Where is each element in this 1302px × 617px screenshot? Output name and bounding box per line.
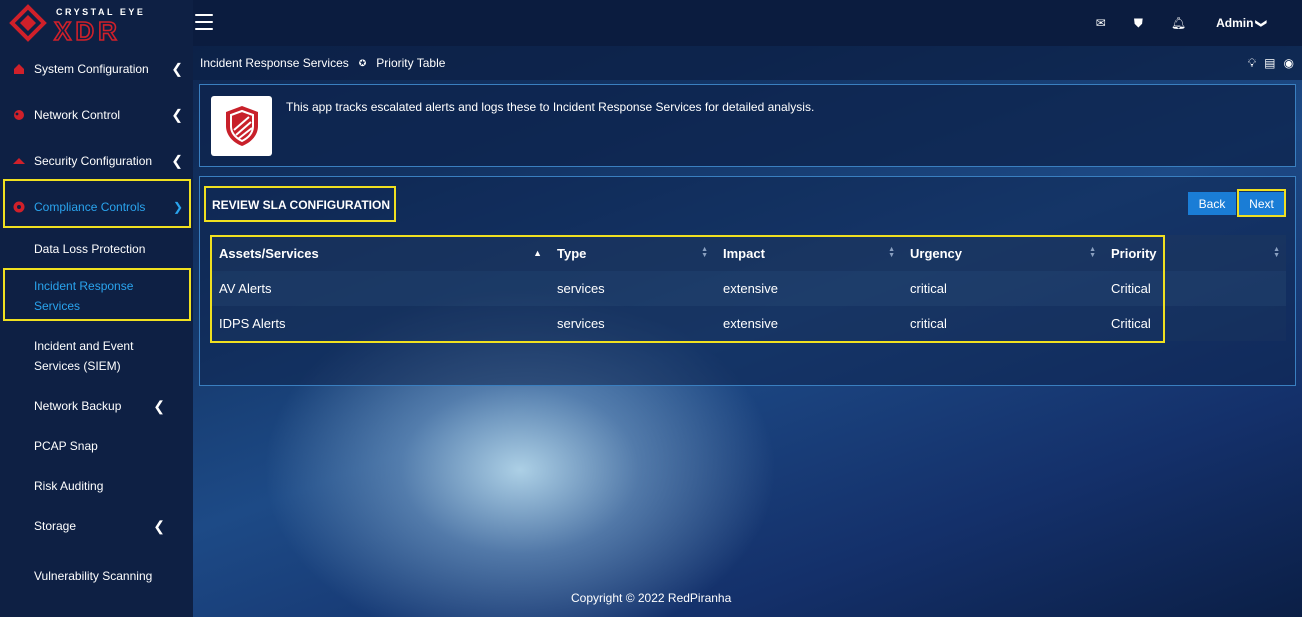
sidebar-item-security-configuration[interactable]: Security Configuration ❮ [0, 138, 193, 184]
column-label: Impact [723, 245, 765, 261]
mail-icon[interactable]: ✉ [1096, 16, 1106, 30]
cell-type: services [548, 306, 714, 341]
sidebar-item-system-configuration[interactable]: System Configuration ❮ [0, 46, 193, 92]
column-label: Urgency [910, 245, 963, 261]
lightbulb-icon[interactable]: 💡︎ [1248, 56, 1256, 71]
brand-bottom-text: XDR [54, 16, 121, 43]
sidebar-sub-label: Data Loss Protection [34, 242, 146, 256]
sidebar-item-label: Security Configuration [34, 154, 153, 168]
crystal-eye-xdr-logo[interactable]: CRYSTAL EYE XDR [0, 0, 193, 46]
cell-type: services [548, 271, 714, 306]
back-button[interactable]: Back [1188, 192, 1236, 215]
chevron-left-icon: ❮ [171, 152, 183, 169]
sort-asc-icon: ▲ [533, 248, 542, 258]
hamburger-menu-icon[interactable] [195, 14, 213, 30]
footer-copyright: Copyright © 2022 RedPiranha [571, 591, 732, 605]
breadcrumb: Incident Response Services ✪ Priority Ta… [193, 46, 1302, 80]
sidebar: CRYSTAL EYE XDR System Configuration ❮ N… [0, 0, 193, 617]
sidebar-sub-storage[interactable]: Storage ❮ [0, 516, 193, 536]
sidebar-item-label: Network Control [34, 108, 121, 122]
chevron-down-icon: ❯ [1254, 18, 1267, 29]
sidebar-sub-label: PCAP Snap [34, 439, 98, 453]
incident-response-app-icon [211, 96, 272, 156]
sla-table: Assets/Services ▲ Type ▲ ▼ Impact ▲ ▼ Urgency… [210, 235, 1286, 341]
breadcrumb-current: Priority Table [376, 56, 446, 70]
sidebar-sub-siem[interactable]: Incident and Event Services (SIEM) [0, 336, 193, 376]
column-label: Assets/Services [219, 245, 319, 261]
gear-icon [13, 201, 25, 213]
column-header-impact[interactable]: Impact ▲ ▼ [714, 235, 901, 271]
cell-asset: AV Alerts [210, 271, 548, 306]
table-row[interactable]: IDPS Alerts services extensive critical … [210, 306, 1286, 341]
panel-title: REVIEW SLA CONFIGURATION [212, 198, 390, 212]
book-icon[interactable]: ▤ [1264, 56, 1275, 71]
chevron-left-icon: ❮ [171, 60, 183, 77]
column-header-urgency[interactable]: Urgency ▲ ▼ [901, 235, 1102, 271]
cloud-icon [13, 158, 25, 164]
sidebar-sub-label: Vulnerability Scanning [34, 569, 153, 583]
cell-impact: extensive [714, 306, 901, 341]
shield-logo-icon [225, 106, 258, 146]
sidebar-sub-vulnerability-scanning[interactable]: Vulnerability Scanning [0, 556, 193, 596]
top-bar: ✉ ⛊ 🔔︎ Admin ❯ [193, 0, 1302, 46]
sidebar-sub-incident-response-services[interactable]: Incident Response Services [0, 276, 193, 316]
next-button[interactable]: Next [1239, 192, 1284, 215]
table-row[interactable]: AV Alerts services extensive critical Cr… [210, 271, 1286, 306]
breadcrumb-parent[interactable]: Incident Response Services [200, 56, 349, 70]
sla-config-panel: REVIEW SLA CONFIGURATION Back Next Asset… [199, 176, 1296, 386]
column-label: Type [557, 245, 587, 261]
table-header-row: Assets/Services ▲ Type ▲ ▼ Impact ▲ ▼ Urgency… [210, 235, 1286, 271]
sidebar-item-label: System Configuration [34, 62, 149, 76]
sidebar-item-label: Compliance Controls [34, 200, 146, 214]
sidebar-sub-pcap-snap[interactable]: PCAP Snap [0, 436, 193, 456]
column-header-assets[interactable]: Assets/Services ▲ [210, 235, 548, 271]
sidebar-item-network-control[interactable]: Network Control ❮ [0, 92, 193, 138]
user-menu[interactable]: Admin ❯ [1216, 16, 1267, 30]
globe-icon [14, 110, 24, 120]
sort-icon: ▲ ▼ [1089, 246, 1096, 259]
user-name: Admin [1216, 16, 1254, 30]
sidebar-sub-risk-auditing[interactable]: Risk Auditing [0, 476, 193, 496]
column-header-priority[interactable]: Priority ▲ ▼ [1102, 235, 1286, 271]
sort-icon: ▲ ▼ [1273, 246, 1280, 259]
bell-icon[interactable]: 🔔︎ [1171, 16, 1186, 30]
cell-priority: Critical [1102, 271, 1286, 306]
home-icon [14, 64, 24, 74]
sidebar-sub-label: Incident and Event Services (SIEM) [34, 339, 134, 373]
sort-icon: ▲ ▼ [701, 246, 708, 259]
chevron-down-icon: ❯ [172, 200, 183, 214]
cell-urgency: critical [901, 306, 1102, 341]
sidebar-sub-data-loss-protection[interactable]: Data Loss Protection [0, 238, 193, 260]
sidebar-sub-network-backup[interactable]: Network Backup ❮ [0, 396, 193, 416]
chevron-left-icon: ❮ [153, 398, 165, 414]
app-description: This app tracks escalated alerts and log… [286, 100, 815, 114]
sidebar-item-compliance-controls[interactable]: Compliance Controls ❯ [0, 184, 193, 230]
cell-asset: IDPS Alerts [210, 306, 548, 341]
sidebar-sub-label: Risk Auditing [34, 479, 104, 493]
sidebar-sub-label: Storage [34, 519, 77, 533]
breadcrumb-separator-icon: ✪ [358, 57, 367, 68]
sort-icon: ▲ ▼ [888, 246, 895, 259]
sidebar-sub-label: Incident Response Services [34, 279, 134, 313]
column-label: Priority [1111, 245, 1157, 261]
chevron-left-icon: ❮ [153, 518, 165, 534]
shield-icon[interactable]: ⛊ [1134, 16, 1143, 31]
cell-urgency: critical [901, 271, 1102, 306]
toggle-icon[interactable]: ◉ [1284, 56, 1294, 71]
sidebar-sub-label: Network Backup [34, 399, 122, 413]
cell-impact: extensive [714, 271, 901, 306]
chevron-left-icon: ❮ [171, 106, 183, 123]
column-header-type[interactable]: Type ▲ ▼ [548, 235, 714, 271]
cell-priority: Critical [1102, 306, 1286, 341]
app-info-panel: This app tracks escalated alerts and log… [199, 84, 1296, 167]
